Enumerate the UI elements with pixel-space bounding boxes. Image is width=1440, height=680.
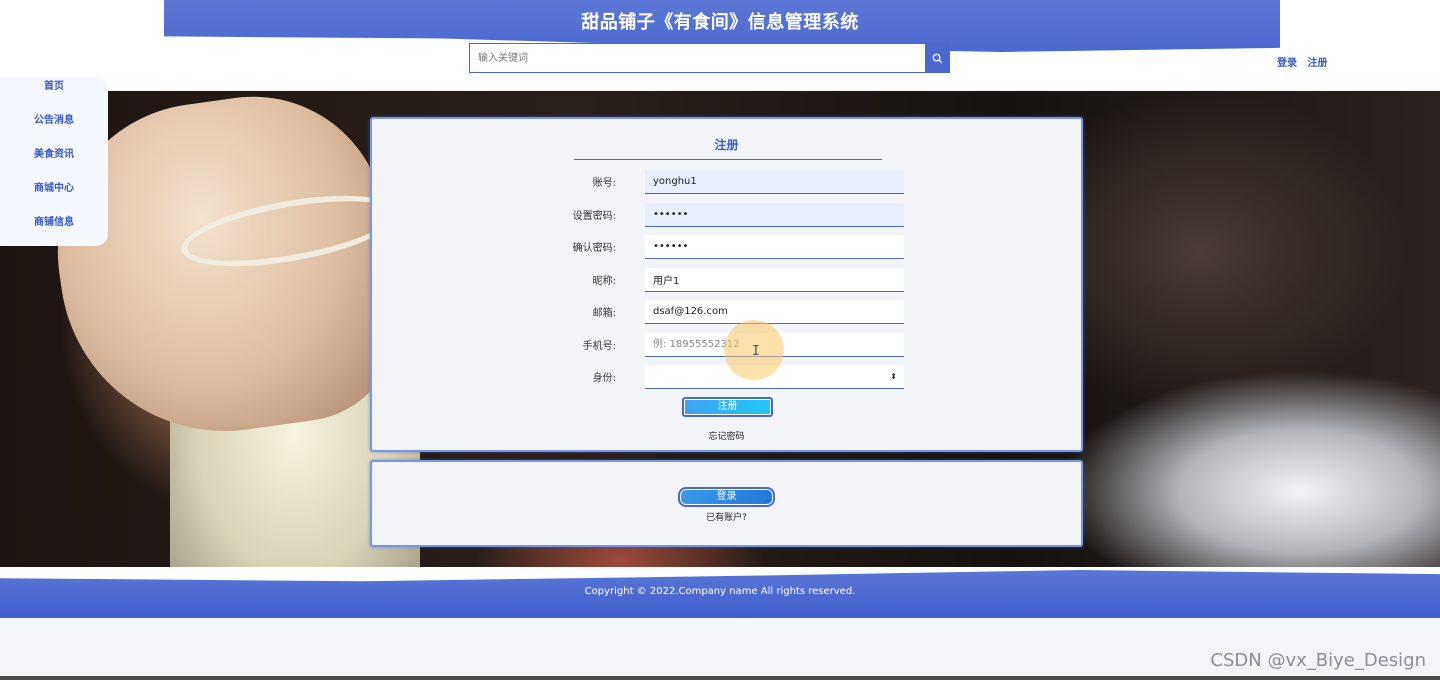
confirm-password-input[interactable]: [645, 235, 904, 259]
confirm-password-label: 确认密码:: [572, 243, 616, 254]
login-card: 登录 已有账户?: [370, 460, 1083, 547]
form-row-account: 账号:: [372, 170, 1081, 194]
select-arrows-icon: ⬍: [890, 372, 897, 381]
email-label: 邮箱:: [592, 308, 616, 319]
form-row-identity: 身份: ⬍: [372, 365, 1081, 389]
title-divider: [574, 159, 882, 160]
header-login-link[interactable]: 登录: [1277, 58, 1297, 69]
search-input[interactable]: [469, 43, 925, 73]
register-title: 注册: [714, 138, 739, 152]
register-card: 注册 账号: 设置密码: 确认密码: 昵称: 邮箱: 手机号: 身份: ⬍ 注册…: [370, 117, 1083, 452]
nav-item-home[interactable]: 首页: [0, 79, 108, 113]
watermark-text: CSDN @vx_Biye_Design: [1210, 650, 1426, 671]
password-input[interactable]: [645, 203, 904, 227]
auth-links: 登录 注册: [1277, 54, 1334, 69]
form-row-password: 设置密码:: [372, 203, 1081, 227]
search-icon: [932, 53, 943, 63]
search-bar: [469, 43, 950, 73]
form-row-confirm-password: 确认密码:: [372, 235, 1081, 259]
login-button[interactable]: 登录: [678, 487, 775, 507]
account-label: 账号:: [592, 178, 616, 189]
nav-item-announcements[interactable]: 公告消息: [0, 113, 108, 147]
header-register-link[interactable]: 注册: [1307, 58, 1327, 69]
account-input[interactable]: [645, 170, 904, 194]
nav-item-mall-center[interactable]: 商城中心: [0, 181, 108, 215]
bottom-edge-bar: [0, 676, 1440, 680]
side-nav: 首页 公告消息 美食资讯 商城中心 商铺信息: [0, 77, 108, 246]
email-input[interactable]: [645, 300, 904, 324]
nav-item-food-news[interactable]: 美食资讯: [0, 147, 108, 181]
footer-copyright: Copyright © 2022.Company name All rights…: [584, 586, 856, 597]
site-title: 甜品铺子《有食间》信息管理系统: [581, 12, 859, 33]
forgot-password-link[interactable]: 忘记密码: [372, 429, 1081, 442]
nickname-input[interactable]: [645, 268, 904, 292]
nav-item-shop-info[interactable]: 商铺信息: [0, 215, 108, 249]
have-account-text: 已有账户?: [706, 513, 747, 523]
phone-label: 手机号:: [582, 341, 616, 352]
password-label: 设置密码:: [572, 211, 616, 222]
text-cursor-icon: I: [752, 344, 760, 359]
search-button[interactable]: [925, 43, 950, 73]
nickname-label: 昵称:: [592, 276, 616, 287]
register-submit-button[interactable]: 注册: [682, 397, 773, 417]
identity-label: 身份:: [592, 373, 616, 384]
form-row-nickname: 昵称:: [372, 268, 1081, 292]
form-row-email: 邮箱:: [372, 300, 1081, 324]
